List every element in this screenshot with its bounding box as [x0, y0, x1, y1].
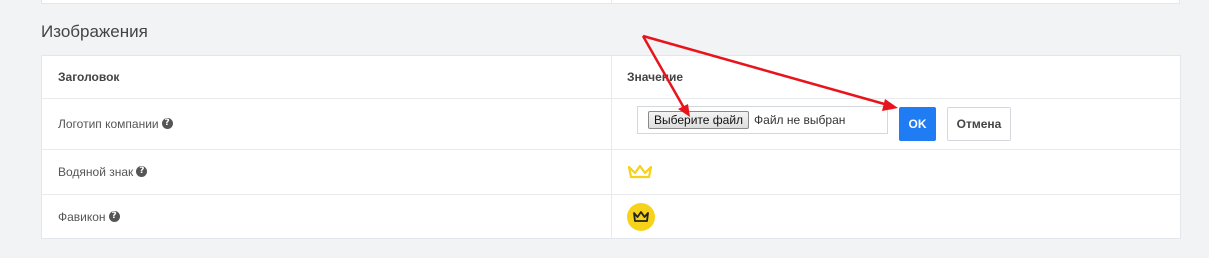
row-label-watermark: Водяной знак ? [58, 149, 148, 194]
previous-panel-bottom [41, 0, 1180, 4]
question-circle-icon[interactable]: ? [108, 211, 120, 222]
choose-file-button[interactable]: Выберите файл [648, 111, 750, 129]
question-circle-icon[interactable]: ? [161, 118, 173, 129]
row-label-text: Логотип компании [58, 116, 159, 131]
section-title: Изображения [41, 22, 148, 41]
table-row-logo: Логотип компании ? Выберите файл Файл не… [42, 98, 1180, 150]
row-label-favicon: Фавикон ? [58, 194, 120, 239]
column-divider [611, 0, 612, 3]
question-circle-icon[interactable]: ? [136, 166, 148, 177]
watermark-preview[interactable] [627, 149, 653, 194]
ok-button[interactable]: OK [899, 107, 936, 141]
table-header-row: Заголовок Значение [42, 56, 1180, 99]
row-label-text: Водяной знак [58, 164, 134, 179]
file-input[interactable]: Выберите файл Файл не выбран [637, 106, 888, 134]
row-label-text: Фавикон [58, 209, 106, 224]
crown-outline-icon [627, 164, 653, 178]
header-title: Заголовок [58, 70, 120, 84]
cancel-button[interactable]: Отмена [947, 107, 1011, 141]
favicon-preview[interactable] [627, 194, 655, 239]
row-label-logo: Логотип компании ? [58, 98, 173, 149]
crown-circle-icon [627, 202, 655, 231]
table-row-favicon: Фавикон ? [42, 194, 1180, 239]
file-status: Файл не выбран [754, 113, 846, 127]
table-row-watermark: Водяной знак ? [42, 149, 1180, 195]
header-value: Значение [627, 70, 684, 84]
images-table: Заголовок Значение Логотип компании ? Вы… [41, 55, 1181, 239]
